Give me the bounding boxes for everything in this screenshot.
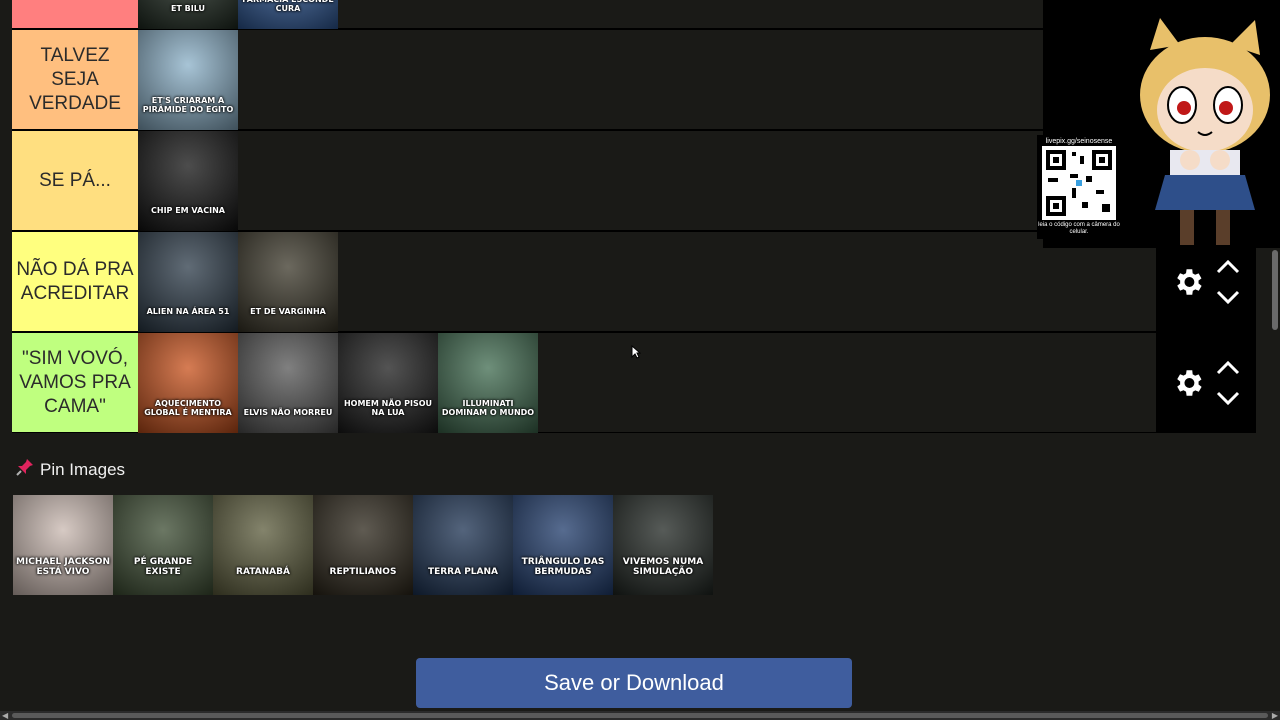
tier-items: ET BILU INDÚSTRIA DA FARMÁCIA ESCONDE CUR… [138,0,1156,29]
tier-item-caption: ET BILU [170,4,206,13]
chevron-down-icon[interactable] [1215,289,1241,305]
qr-note: leia o código com a câmera do celular. [1038,222,1120,235]
save-or-download-button[interactable]: Save or Download [416,658,852,708]
horizontal-scroll-thumb[interactable] [12,713,1268,718]
tier-item-caption: ILLUMINATI DOMINAM O MUNDO [441,399,535,417]
tier-item-caption: ALIEN NA ÁREA 51 [146,307,230,316]
tier-label[interactable] [12,0,138,28]
tier-item-caption: ET'S CRIARAM A PIRÂMIDE DO EGITO [142,96,234,114]
tier-label[interactable]: SE PÁ... [12,131,138,230]
qr-url: livepix.gg/seinosense [1045,138,1113,145]
pin-image-caption: MICHAEL JACKSON ESTÁ VIVO [16,557,110,577]
tier-move-arrows [1215,259,1241,305]
qr-code-icon [1042,146,1116,220]
tier-item-caption: CHIP EM VACINA [151,206,225,215]
pushpin-icon [16,458,34,481]
settings-gear-icon[interactable] [1171,265,1205,299]
pin-image[interactable]: VIVEMOS NUMA SIMULAÇÃO [613,495,713,595]
settings-gear-icon[interactable] [1171,366,1205,400]
tier-item-caption: AQUECIMENTO GLOBAL É MENTIRA [144,399,232,417]
livepix-qr-card: livepix.gg/seinosense leia o código com … [1037,135,1121,239]
tier-item-caption: ELVIS NÃO MORREU [243,408,333,417]
tier-item-image[interactable]: ET'S CRIARAM A PIRÂMIDE DO EGITO [138,30,238,130]
tier-items: AQUECIMENTO GLOBAL É MENTIRA ELVIS NÃO MO… [138,333,1156,433]
tier-move-arrows [1215,360,1241,406]
pin-image-caption: TRIÂNGULO DAS BERMUDAS [521,557,605,577]
tier-item-caption: ET DE VARGINHA [250,307,326,316]
scroll-right-arrow-icon[interactable]: ▶ [1272,711,1278,720]
cat-girl-mascot-image [1140,18,1270,245]
scroll-left-arrow-icon[interactable]: ◀ [2,711,8,720]
tier-items: ET'S CRIARAM A PIRÂMIDE DO EGITO [138,30,1156,130]
chevron-up-icon[interactable] [1215,360,1241,376]
chevron-up-icon[interactable] [1215,259,1241,275]
pin-image[interactable]: REPTILIANOS [313,495,413,595]
tier-list-page: ET BILU INDÚSTRIA DA FARMÁCIA ESCONDE CUR… [0,0,1280,720]
pin-images-header: Pin Images [16,458,125,481]
tier-items: ALIEN NA ÁREA 51 ET DE VARGINHA [138,232,1156,332]
tier-label[interactable]: NÃO DÁ PRA ACREDITAR [12,232,138,331]
tier-item-image[interactable]: HOMEM NÃO PISOU NA LUA [338,333,438,433]
pin-image[interactable]: RATANABÁ [213,495,313,595]
tier-item-caption: HOMEM NÃO PISOU NA LUA [343,399,433,417]
tier-label[interactable]: TALVEZ SEJA VERDADE [12,30,138,129]
tier-item-image[interactable]: ET DE VARGINHA [238,232,338,332]
tier-item-image[interactable]: CHIP EM VACINA [138,131,238,231]
pin-images-title: Pin Images [40,459,126,479]
horizontal-scrollbar[interactable]: ◀ ▶ [0,711,1280,720]
tier-item-image[interactable]: ET BILU [138,0,238,29]
pin-image[interactable]: PÉ GRANDE EXISTE [113,495,213,595]
mouse-cursor-icon [631,345,641,359]
tier-controls [1156,333,1256,432]
tier-item-image[interactable]: ALIEN NA ÁREA 51 [138,232,238,332]
pin-image-caption: RATANABÁ [236,567,290,577]
pin-image[interactable]: TERRA PLANA [413,495,513,595]
vertical-scrollbar[interactable] [1272,250,1278,330]
tier-item-image[interactable]: ILLUMINATI DOMINAM O MUNDO [438,333,538,433]
tier-item-image[interactable]: INDÚSTRIA DA FARMÁCIA ESCONDE CURA [238,0,338,29]
tier-item-caption: INDÚSTRIA DA FARMÁCIA ESCONDE CURA [242,0,334,13]
pin-image-caption: REPTILIANOS [329,567,397,577]
tier-items: CHIP EM VACINA [138,131,1156,231]
pin-image-caption: PÉ GRANDE EXISTE [133,557,193,577]
chevron-down-icon[interactable] [1215,390,1241,406]
pin-image-caption: VIVEMOS NUMA SIMULAÇÃO [622,557,704,577]
tier-label[interactable]: "SIM VOVÓ, VAMOS PRA CAMA" [12,333,138,432]
pin-image[interactable]: MICHAEL JACKSON ESTÁ VIVO [13,495,113,595]
tier-item-image[interactable]: ELVIS NÃO MORREU [238,333,338,433]
pin-image[interactable]: TRIÂNGULO DAS BERMUDAS [513,495,613,595]
pin-images-row: MICHAEL JACKSON ESTÁ VIVO PÉ GRANDE EXIST… [13,495,713,595]
pin-image-caption: TERRA PLANA [427,567,499,577]
tier-item-image[interactable]: AQUECIMENTO GLOBAL É MENTIRA [138,333,238,433]
